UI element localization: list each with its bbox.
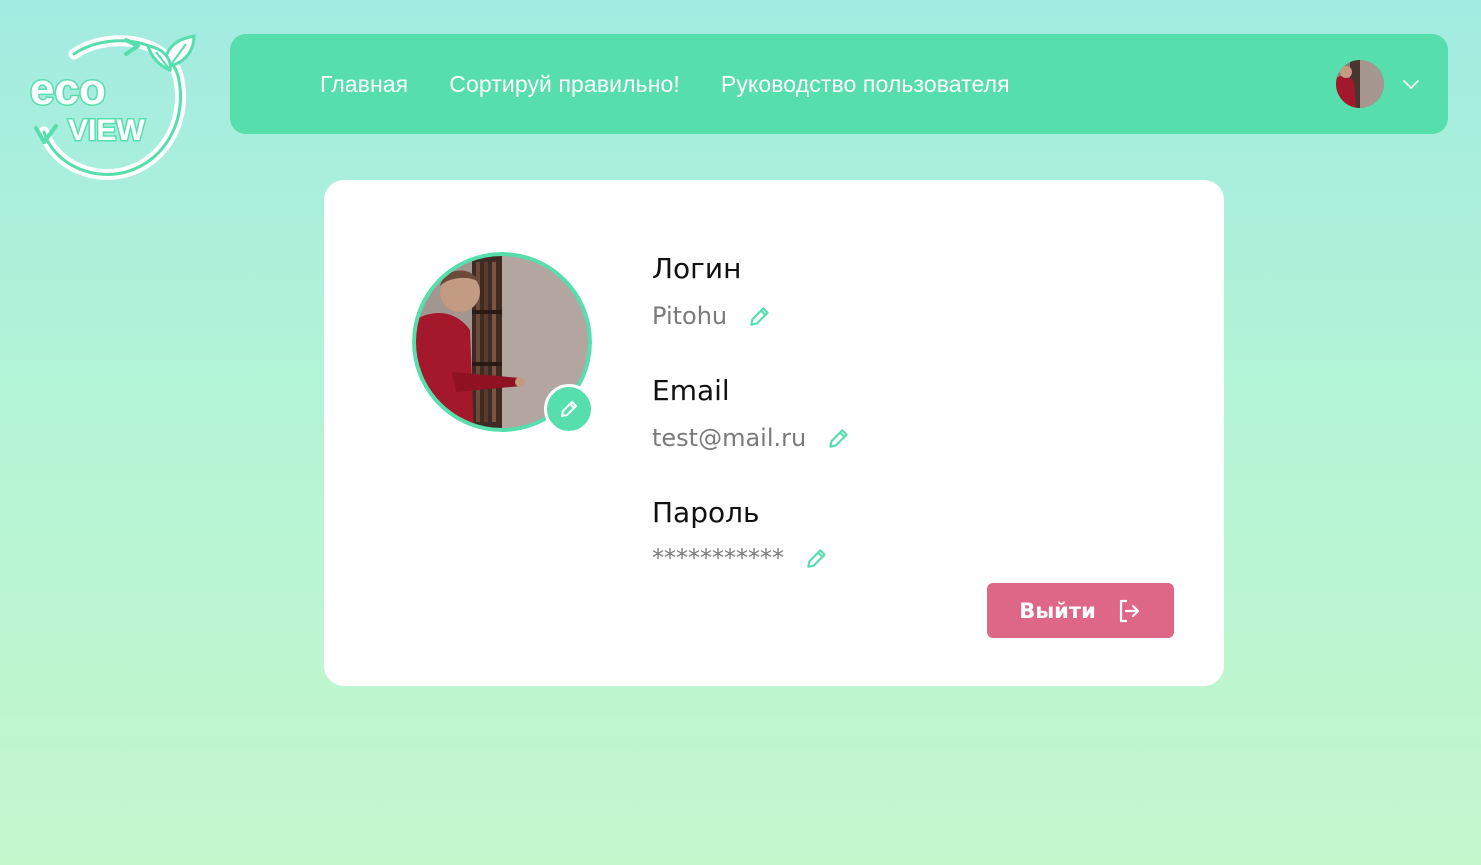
login-label: Логин (652, 252, 742, 285)
main-nav: Главная Сортируй правильно! Руководство … (320, 34, 1051, 134)
pencil-icon (561, 401, 577, 417)
logo-text-view: VIEW (68, 114, 145, 147)
login-value-row: Pitohu (652, 302, 773, 330)
user-menu-toggle[interactable] (1336, 60, 1420, 108)
eco-view-logo[interactable]: eco VIEW (26, 32, 198, 180)
edit-login-pencil-icon[interactable] (747, 303, 773, 329)
logout-button[interactable]: Выйти (987, 583, 1174, 638)
top-navigation-bar: Главная Сортируй правильно! Руководство … (230, 34, 1448, 134)
edit-password-pencil-icon[interactable] (804, 545, 830, 571)
email-value: test@mail.ru (652, 424, 807, 452)
password-value-row: *********** (652, 544, 830, 572)
avatar-edit-button[interactable] (544, 384, 594, 434)
email-label: Email (652, 374, 730, 407)
password-value: *********** (652, 544, 784, 572)
nav-sort-correctly-link[interactable]: Сортируй правильно! (449, 71, 680, 98)
profile-card: Логин Pitohu Email test@mail.ru Пароль *… (324, 180, 1224, 686)
logout-icon (1119, 599, 1139, 622)
login-value: Pitohu (652, 302, 728, 330)
password-label: Пароль (652, 496, 760, 529)
nav-home-link[interactable]: Главная (320, 71, 408, 98)
logout-label: Выйти (1019, 598, 1096, 623)
chevron-down-icon[interactable] (1402, 75, 1420, 93)
header-avatar[interactable] (1336, 60, 1384, 108)
email-value-row: test@mail.ru (652, 424, 852, 452)
edit-email-pencil-icon[interactable] (826, 425, 852, 451)
logo-text-eco: eco (30, 65, 106, 114)
nav-user-guide-link[interactable]: Руководство пользователя (721, 71, 1010, 98)
